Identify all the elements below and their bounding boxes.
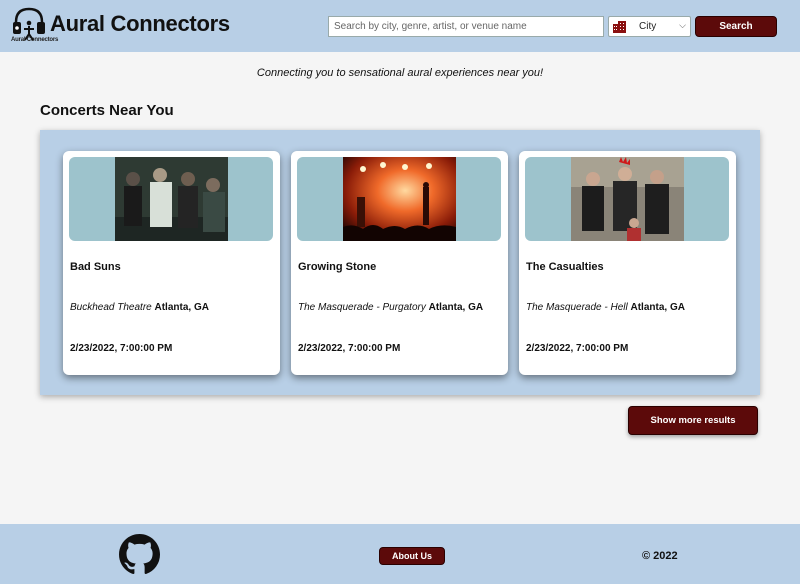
concert-city: Atlanta, GA — [630, 302, 685, 313]
concert-date: 2/23/2022, 7:00:00 PM — [298, 343, 401, 354]
city-select[interactable]: City ⌵ — [608, 16, 691, 37]
concerts-panel: Bad Suns Buckhead Theatre Atlanta, GA 2/… — [40, 130, 760, 395]
concert-city: Atlanta, GA — [154, 302, 209, 313]
copyright-text: © 2022 — [642, 550, 678, 562]
city-select-value: City — [639, 21, 657, 32]
concert-city: Atlanta, GA — [428, 302, 484, 313]
concert-image-frame — [69, 157, 273, 241]
concert-venue: The Masquerade - Purgatory — [298, 302, 426, 313]
concert-date: 2/23/2022, 7:00:00 PM — [70, 343, 173, 354]
city-buildings-icon — [613, 21, 626, 33]
concert-image — [571, 157, 684, 241]
about-us-button[interactable]: About Us — [379, 547, 445, 565]
concert-location: The Masquerade - Purgatory Atlanta, GA — [298, 302, 483, 313]
site-header: Aural Connectors Aural Connectors City ⌵… — [0, 0, 800, 52]
concert-card[interactable]: The Casualties The Masquerade - Hell Atl… — [519, 151, 736, 375]
concert-venue: The Masquerade - Hell — [526, 302, 628, 313]
concert-image-frame — [297, 157, 501, 241]
site-brand[interactable]: Aural Connectors — [50, 11, 230, 37]
concert-card[interactable]: Growing Stone The Masquerade - Purgatory… — [291, 151, 508, 375]
chevron-down-icon: ⌵ — [679, 20, 686, 30]
concert-location: The Masquerade - Hell Atlanta, GA — [526, 302, 685, 313]
logo-subtext: Aural Connectors — [11, 37, 59, 43]
search-button[interactable]: Search — [695, 16, 777, 37]
site-footer: About Us © 2022 — [0, 524, 800, 584]
section-title: Concerts Near You — [40, 102, 174, 119]
search-input[interactable] — [328, 16, 604, 37]
github-icon[interactable] — [119, 534, 160, 575]
concert-image — [115, 157, 228, 241]
concert-image — [343, 157, 456, 241]
concert-title: Growing Stone — [298, 261, 377, 273]
concert-card[interactable]: Bad Suns Buckhead Theatre Atlanta, GA 2/… — [63, 151, 280, 375]
concert-title: The Casualties — [526, 261, 604, 273]
tagline: Connecting you to sensational aural expe… — [256, 67, 544, 79]
concert-title: Bad Suns — [70, 261, 121, 273]
concert-venue: Buckhead Theatre — [70, 302, 152, 313]
concert-date: 2/23/2022, 7:00:00 PM — [526, 343, 629, 354]
concert-location: Buckhead Theatre Atlanta, GA — [70, 302, 209, 313]
show-more-button[interactable]: Show more results — [628, 406, 758, 435]
concert-image-frame — [525, 157, 729, 241]
